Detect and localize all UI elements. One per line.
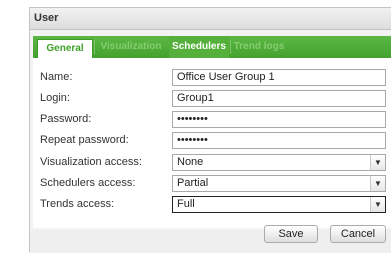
- trends-access-select[interactable]: Full ▼: [172, 196, 386, 213]
- schedulers-access-row: Schedulers access: Partial ▼: [33, 175, 391, 192]
- name-label: Name:: [40, 71, 73, 83]
- dialog-title: User: [34, 12, 59, 24]
- tab-schedulers[interactable]: Schedulers: [169, 36, 229, 58]
- name-input[interactable]: Office User Group 1: [172, 69, 386, 86]
- repeat-password-label: Repeat password:: [40, 134, 129, 146]
- name-row: Name: Office User Group 1: [33, 69, 391, 86]
- visualization-access-label: Visualization access:: [40, 156, 142, 168]
- trends-access-row: Trends access: Full ▼: [33, 196, 391, 213]
- password-label: Password:: [40, 113, 92, 125]
- login-label: Login:: [40, 92, 70, 104]
- password-row: Password: ••••••••: [33, 111, 391, 128]
- trends-access-label: Trends access:: [40, 198, 115, 210]
- password-input[interactable]: ••••••••: [172, 111, 386, 128]
- user-dialog: User General Visualization Schedulers Tr…: [29, 7, 391, 253]
- schedulers-access-value: Partial: [177, 177, 209, 189]
- repeat-password-input[interactable]: ••••••••: [172, 132, 386, 149]
- tab-visualization[interactable]: Visualization: [94, 36, 167, 58]
- schedulers-access-select[interactable]: Partial ▼: [172, 175, 386, 192]
- tab-trend-logs[interactable]: Trend logs: [230, 36, 287, 58]
- chevron-down-icon[interactable]: ▼: [370, 155, 385, 170]
- chevron-down-icon[interactable]: ▼: [370, 176, 385, 191]
- login-input[interactable]: Group1: [172, 90, 386, 107]
- visualization-access-select[interactable]: None ▼: [172, 154, 386, 171]
- tab-general[interactable]: General: [37, 39, 93, 58]
- cancel-button[interactable]: Cancel: [330, 225, 386, 243]
- schedulers-access-label: Schedulers access:: [40, 177, 136, 189]
- visualization-access-row: Visualization access: None ▼: [33, 154, 391, 171]
- visualization-access-value: None: [177, 156, 204, 168]
- general-panel: Name: Office User Group 1 Login: Group1 …: [33, 58, 391, 228]
- tab-bar: General Visualization Schedulers Trend l…: [33, 36, 391, 58]
- dialog-titlebar[interactable]: User: [30, 8, 391, 30]
- chevron-down-icon[interactable]: ▼: [370, 197, 385, 212]
- save-button[interactable]: Save: [264, 225, 318, 243]
- repeat-password-row: Repeat password: ••••••••: [33, 132, 391, 149]
- login-row: Login: Group1: [33, 90, 391, 107]
- trends-access-value: Full: [177, 198, 195, 210]
